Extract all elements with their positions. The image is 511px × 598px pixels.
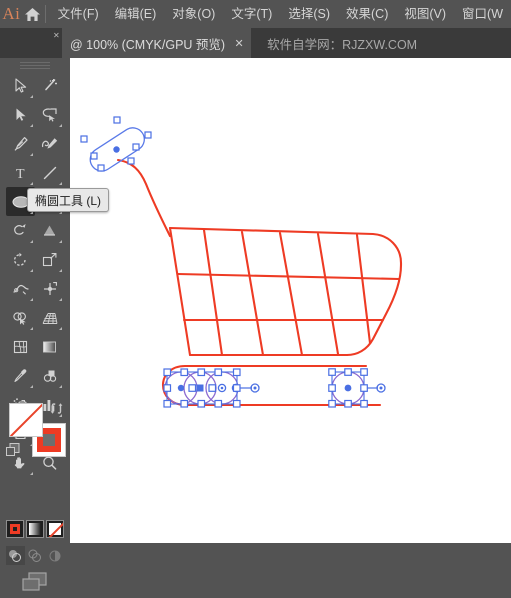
tool-flyout-indicator <box>59 298 62 301</box>
none-mode-swatch <box>49 523 61 535</box>
eraser-tool[interactable] <box>35 216 64 245</box>
selection-cart-handle[interactable] <box>80 116 152 175</box>
tool-flyout-indicator <box>30 240 33 243</box>
menu-item-file[interactable]: 文件(F) <box>50 0 107 28</box>
gradient-mode-swatch <box>29 523 41 535</box>
lasso-tool[interactable] <box>35 100 64 129</box>
anchor-center <box>113 146 120 153</box>
menu-item-edit[interactable]: 编辑(E) <box>107 0 165 28</box>
tab-gutter: ✕ <box>0 28 62 58</box>
fill-swatch[interactable] <box>9 403 43 437</box>
direct-selection-tool[interactable] <box>6 100 35 129</box>
document-tab-title: 软件自学网：RJZXW.COM <box>267 37 418 52</box>
gradient-mode-button[interactable] <box>26 520 44 538</box>
screen-mode-button[interactable] <box>20 571 50 598</box>
tools-panel: T <box>0 58 70 591</box>
tool-flyout-indicator <box>30 124 33 127</box>
none-slash-icon <box>10 404 42 436</box>
tool-flyout-indicator <box>30 327 33 330</box>
selection-tool[interactable] <box>6 71 35 100</box>
perspective-grid-tool[interactable] <box>35 303 64 332</box>
shopping-cart-artwork <box>80 116 403 408</box>
cart-artwork-strokes <box>116 158 403 407</box>
pen-tool[interactable] <box>6 129 35 158</box>
free-transform-tool[interactable] <box>35 274 64 303</box>
color-mode-button[interactable] <box>6 520 24 538</box>
menu-item-window[interactable]: 窗口(W <box>454 0 511 28</box>
draw-normal-button[interactable] <box>6 546 25 565</box>
close-icon[interactable]: ✕ <box>233 37 245 50</box>
tool-flyout-indicator <box>59 182 62 185</box>
tool-flyout-indicator <box>30 269 33 272</box>
menu-item-view[interactable]: 视图(V) <box>396 0 454 28</box>
curvature-tool[interactable] <box>35 129 64 158</box>
menu-separator <box>44 5 46 23</box>
gradient-tool[interactable] <box>35 332 64 361</box>
selection-wheel-right[interactable] <box>328 368 386 408</box>
blend-tool[interactable] <box>35 361 64 390</box>
selection-handles[interactable] <box>80 116 152 172</box>
fill-stroke-controls <box>4 401 66 463</box>
tool-flyout-indicator <box>59 327 62 330</box>
document-tab-title: @ 100% (CMYK/GPU 预览) <box>70 37 226 52</box>
tool-flyout-indicator <box>30 153 33 156</box>
tool-flyout-indicator <box>59 124 62 127</box>
tool-flyout-indicator <box>30 298 33 301</box>
document-tab-bar: ✕ @ 100% (CMYK/GPU 预览) ✕ 软件自学网：RJZXW.COM <box>0 28 511 58</box>
tool-flyout-indicator <box>30 472 33 475</box>
tool-flyout-indicator <box>59 385 62 388</box>
color-mode-swatch <box>10 524 20 534</box>
mesh-tool[interactable] <box>6 332 35 361</box>
home-icon[interactable] <box>23 0 43 28</box>
menu-item-object[interactable]: 对象(O) <box>164 0 223 28</box>
menu-item-type[interactable]: 文字(T) <box>223 0 280 28</box>
shaper-tool[interactable] <box>6 216 35 245</box>
document-canvas[interactable] <box>70 58 511 543</box>
shape-builder-tool[interactable] <box>6 303 35 332</box>
draw-inside-button[interactable] <box>45 546 64 565</box>
paint-mode-row <box>6 520 64 542</box>
ai-logo: Ai <box>2 4 21 23</box>
magic-wand-tool[interactable] <box>35 71 64 100</box>
menu-item-select[interactable]: 选择(S) <box>280 0 338 28</box>
tool-flyout-indicator <box>30 385 33 388</box>
svg-text:T: T <box>16 167 25 181</box>
rotate-tool[interactable] <box>6 245 35 274</box>
tool-tooltip: 椭圆工具 (L) <box>27 188 110 212</box>
tool-flyout-indicator <box>30 95 33 98</box>
menu-bar: Ai 文件(F) 编辑(E) 对象(O) 文字(T) 选择(S) 效果(C) 视… <box>0 0 511 28</box>
width-tool[interactable] <box>6 274 35 303</box>
selection-wheel-group-left[interactable] <box>163 368 260 408</box>
type-tool[interactable]: T <box>6 158 35 187</box>
line-segment-tool[interactable] <box>35 158 64 187</box>
document-tab-inactive[interactable]: 软件自学网：RJZXW.COM <box>251 28 424 58</box>
tab-overflow-close-icon[interactable]: ✕ <box>53 31 60 40</box>
illustrator-window: Ai 文件(F) 编辑(E) 对象(O) 文字(T) 选择(S) 效果(C) 视… <box>0 0 511 591</box>
none-mode-button[interactable] <box>46 520 64 538</box>
scale-tool[interactable] <box>35 245 64 274</box>
tool-flyout-indicator <box>30 182 33 185</box>
eyedropper-tool[interactable] <box>6 361 35 390</box>
tools-panel-drag-handle[interactable] <box>20 62 50 69</box>
menu-item-effect[interactable]: 效果(C) <box>338 0 396 28</box>
swap-fill-stroke-icon[interactable] <box>49 401 64 421</box>
draw-mode-row <box>6 546 64 566</box>
document-tab-active[interactable]: @ 100% (CMYK/GPU 预览) ✕ <box>62 28 252 58</box>
tool-flyout-indicator <box>59 240 62 243</box>
default-fill-stroke-icon[interactable] <box>6 443 20 462</box>
draw-behind-button[interactable] <box>26 546 45 565</box>
tool-flyout-indicator <box>59 269 62 272</box>
